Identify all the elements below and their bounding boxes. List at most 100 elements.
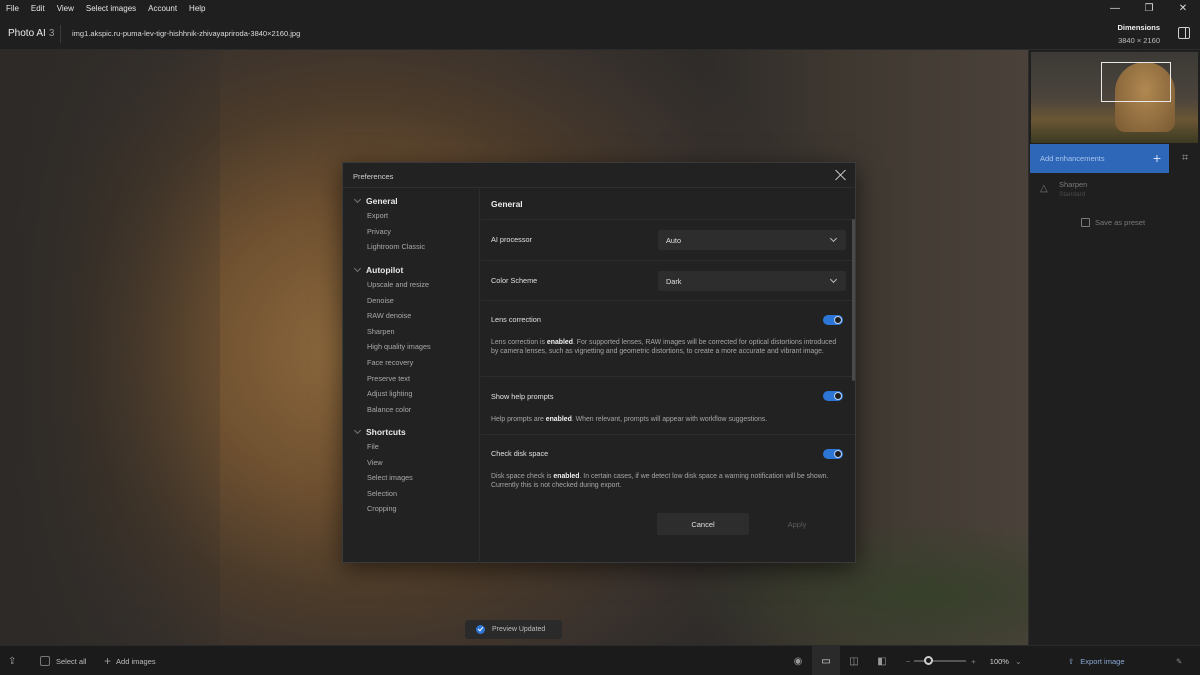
split-view-icon[interactable]: ◧ [868,646,896,675]
eye-icon[interactable]: ◉ [784,646,812,675]
zoom-slider[interactable] [914,656,967,665]
color-scheme-select[interactable]: Dark [658,271,846,291]
nav-item-view[interactable]: View [367,458,383,467]
close-window-button[interactable]: ✕ [1166,0,1200,17]
nav-group-general[interactable]: General [353,195,398,206]
cancel-button[interactable]: Cancel [657,513,749,535]
nav-item-balance-color[interactable]: Balance color [367,405,411,414]
divider [481,219,855,220]
nav-item-file[interactable]: File [367,442,379,451]
help-prompts-toggle[interactable] [823,391,843,401]
bottom-bar: ⇪ Select all + Add images ◉ ▭ ◫ ◧ − + 10… [0,645,1200,675]
export-image-button[interactable]: ⇧ Export image [1028,646,1168,675]
enhancement-sublabel: Standard [1059,191,1086,198]
content-title: General [491,199,523,209]
divider [481,376,855,377]
zoom-controls: − + 100% ⌄ [906,646,1022,675]
preset-icon [1081,218,1090,227]
plus-icon: + [1152,150,1161,166]
nav-item-denoise[interactable]: Denoise [367,296,394,305]
crop-icon[interactable]: ⌗ [1182,152,1194,164]
lens-correction-toggle[interactable] [823,315,843,325]
disk-space-toggle[interactable] [823,449,843,459]
menu-view[interactable]: View [51,4,80,13]
menu-edit[interactable]: Edit [25,4,51,13]
plus-icon: + [104,654,112,668]
divider [481,260,855,261]
nav-group-shortcuts[interactable]: Shortcuts [353,426,406,437]
nav-item-select-images[interactable]: Select images [367,473,413,482]
chevron-down-icon [829,234,838,243]
nav-item-privacy[interactable]: Privacy [367,227,391,236]
nav-item-sharpen[interactable]: Sharpen [367,327,395,336]
nav-item-high-quality[interactable]: High quality images [367,342,431,351]
toggle-knob [834,450,842,458]
disk-space-label: Check disk space [491,449,549,458]
navigator-viewport-frame[interactable] [1101,62,1171,102]
right-panel: Add enhancements + ⌗ △ Sharpen Standard … [1028,50,1200,645]
chevron-down-icon [353,264,362,273]
apply-button[interactable]: Apply [761,513,833,535]
menu-account[interactable]: Account [142,4,183,13]
save-as-preset-button[interactable]: Save as preset [1081,218,1145,227]
dialog-header: Preferences [343,163,855,188]
zoom-out-icon[interactable]: − [906,657,910,666]
content-scrollbar[interactable] [852,219,855,381]
panel-toggle-icon[interactable] [1178,27,1190,39]
add-enhancements-button[interactable]: Add enhancements + [1030,144,1169,173]
menubar: File Edit View Select images Account Hel… [0,0,1200,17]
nav-item-adjust-lighting[interactable]: Adjust lighting [367,389,412,398]
zoom-level[interactable]: 100% [990,657,1009,666]
divider [481,300,855,301]
nav-item-cropping[interactable]: Cropping [367,504,397,513]
menu-select-images[interactable]: Select images [80,4,142,13]
restore-button[interactable]: ❐ [1132,0,1166,17]
photo-shading [0,50,220,645]
menu-file[interactable]: File [0,4,25,13]
nav-item-raw-denoise[interactable]: RAW denoise [367,311,411,320]
navigator-thumbnail[interactable] [1031,52,1198,143]
zoom-dropdown-icon[interactable]: ⌄ [1015,657,1022,666]
add-images-label: Add images [116,656,156,666]
nav-item-preserve-text[interactable]: Preserve text [367,374,410,383]
nav-item-face-recovery[interactable]: Face recovery [367,358,413,367]
desc-text: Lens correction is [491,339,547,346]
enhancement-sharpen[interactable]: △ Sharpen Standard [1037,180,1197,200]
toast-text: Preview Updated [492,626,546,633]
nav-item-upscale[interactable]: Upscale and resize [367,280,429,289]
app-name-text: Photo AI [8,28,46,39]
desc-text: Help prompts are [491,416,546,423]
nav-group-label: Shortcuts [366,427,406,437]
chevron-down-icon [353,195,362,204]
select-all-checkbox[interactable]: Select all [40,646,86,675]
dialog-title: Preferences [353,172,394,181]
toggle-knob [834,316,842,324]
side-by-side-icon[interactable]: ◫ [840,646,868,675]
zoom-in-icon[interactable]: + [971,657,975,666]
preferences-nav: General Export Privacy Lightroom Classic… [343,189,480,563]
nav-item-lightroom-classic[interactable]: Lightroom Classic [367,242,425,251]
nav-item-export[interactable]: Export [367,211,388,220]
preview-updated-toast: Preview Updated [465,620,562,639]
add-enhancements-label: Add enhancements [1040,154,1105,163]
save-preset-label: Save as preset [1095,218,1146,227]
menu-help[interactable]: Help [183,4,211,13]
add-images-button[interactable]: + Add images [104,646,156,675]
upload-icon[interactable]: ⇪ [8,646,16,675]
dimensions-label: Dimensions [1117,23,1160,32]
zoom-slider-knob[interactable] [924,656,934,665]
notes-icon[interactable]: ✎ [1176,646,1182,675]
desc-status: enabled [553,473,580,480]
desc-text: Disk space check is [491,473,554,480]
check-circle-icon [476,625,485,634]
nav-item-selection[interactable]: Selection [367,489,397,498]
preferences-content: General AI processor Auto Color Scheme D… [481,189,855,563]
single-view-icon[interactable]: ▭ [812,646,840,675]
close-icon[interactable] [835,169,847,181]
nav-group-autopilot[interactable]: Autopilot [353,264,403,275]
ai-processor-select[interactable]: Auto [658,230,846,250]
window-controls: — ❐ ✕ [1098,0,1200,17]
minimize-button[interactable]: — [1098,0,1132,17]
desc-status: enabled [545,416,572,423]
chevron-down-icon [829,275,838,284]
